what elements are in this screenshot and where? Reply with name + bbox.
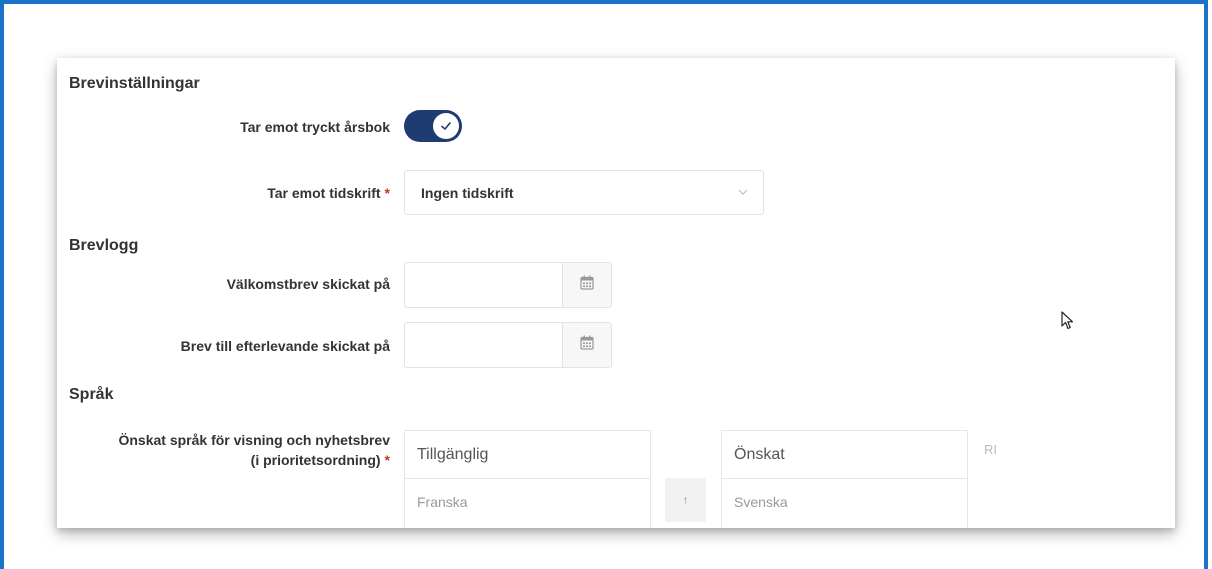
available-languages-header: Tillgänglig bbox=[405, 431, 650, 479]
language-pref-label-line1: Önskat språk för visning och nyhetsbrev bbox=[118, 432, 390, 448]
section-title-language: Språk bbox=[69, 386, 114, 403]
magazine-select[interactable]: Ingen tidskrift bbox=[404, 170, 764, 215]
arrow-up-icon: ↑ bbox=[682, 493, 689, 507]
bereaved-letter-date-field[interactable] bbox=[404, 322, 612, 368]
mouse-pointer-icon bbox=[1061, 311, 1075, 336]
calendar-icon bbox=[580, 335, 594, 355]
welcome-letter-date-field[interactable] bbox=[404, 262, 612, 308]
section-title-letter-settings: Brevinställningar bbox=[69, 75, 200, 92]
magazine-label: Tar emot tidskrift * bbox=[267, 185, 390, 201]
language-pref-label: Önskat språk för visning och nyhetsbrev … bbox=[118, 430, 390, 470]
calendar-button[interactable] bbox=[562, 323, 611, 367]
required-marker: * bbox=[384, 185, 390, 201]
magazine-label-text: Tar emot tidskrift bbox=[267, 185, 381, 201]
settings-card: Brevinställningar Tar emot tryckt årsbok… bbox=[57, 58, 1175, 528]
list-item[interactable]: Svenska bbox=[722, 479, 967, 510]
magazine-select-value: Ingen tidskrift bbox=[421, 185, 514, 201]
list-item[interactable]: Franska bbox=[405, 479, 650, 510]
bereaved-letter-label: Brev till efterlevande skickat på bbox=[180, 338, 390, 354]
language-pref-label-line2: (i prioritetsordning) bbox=[250, 452, 381, 468]
move-up-button[interactable]: ↑ bbox=[665, 478, 706, 522]
required-marker: * bbox=[384, 452, 390, 468]
chosen-languages-list[interactable]: Önskat Svenska bbox=[721, 430, 968, 528]
calendar-icon bbox=[580, 275, 594, 295]
calendar-button[interactable] bbox=[562, 263, 611, 307]
chosen-languages-header: Önskat bbox=[722, 431, 967, 479]
chevron-down-icon bbox=[737, 185, 749, 203]
printed-yearbook-label: Tar emot tryckt årsbok bbox=[240, 119, 390, 135]
section-title-letter-log: Brevlogg bbox=[69, 237, 139, 254]
printed-yearbook-toggle[interactable] bbox=[404, 110, 462, 142]
check-icon bbox=[433, 113, 459, 139]
side-note: RI bbox=[984, 442, 997, 457]
welcome-letter-label: Välkomstbrev skickat på bbox=[226, 276, 390, 292]
available-languages-list[interactable]: Tillgänglig Franska bbox=[404, 430, 651, 528]
